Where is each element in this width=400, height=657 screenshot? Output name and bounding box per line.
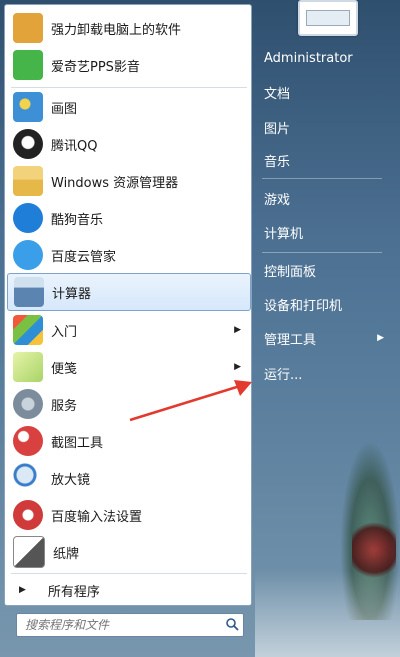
start-menu: 强力卸载电脑上的软件 爱奇艺PPS影音 画图 腾讯QQ Windows 资源管理… (0, 0, 400, 657)
desktop-background-blur (255, 570, 400, 657)
